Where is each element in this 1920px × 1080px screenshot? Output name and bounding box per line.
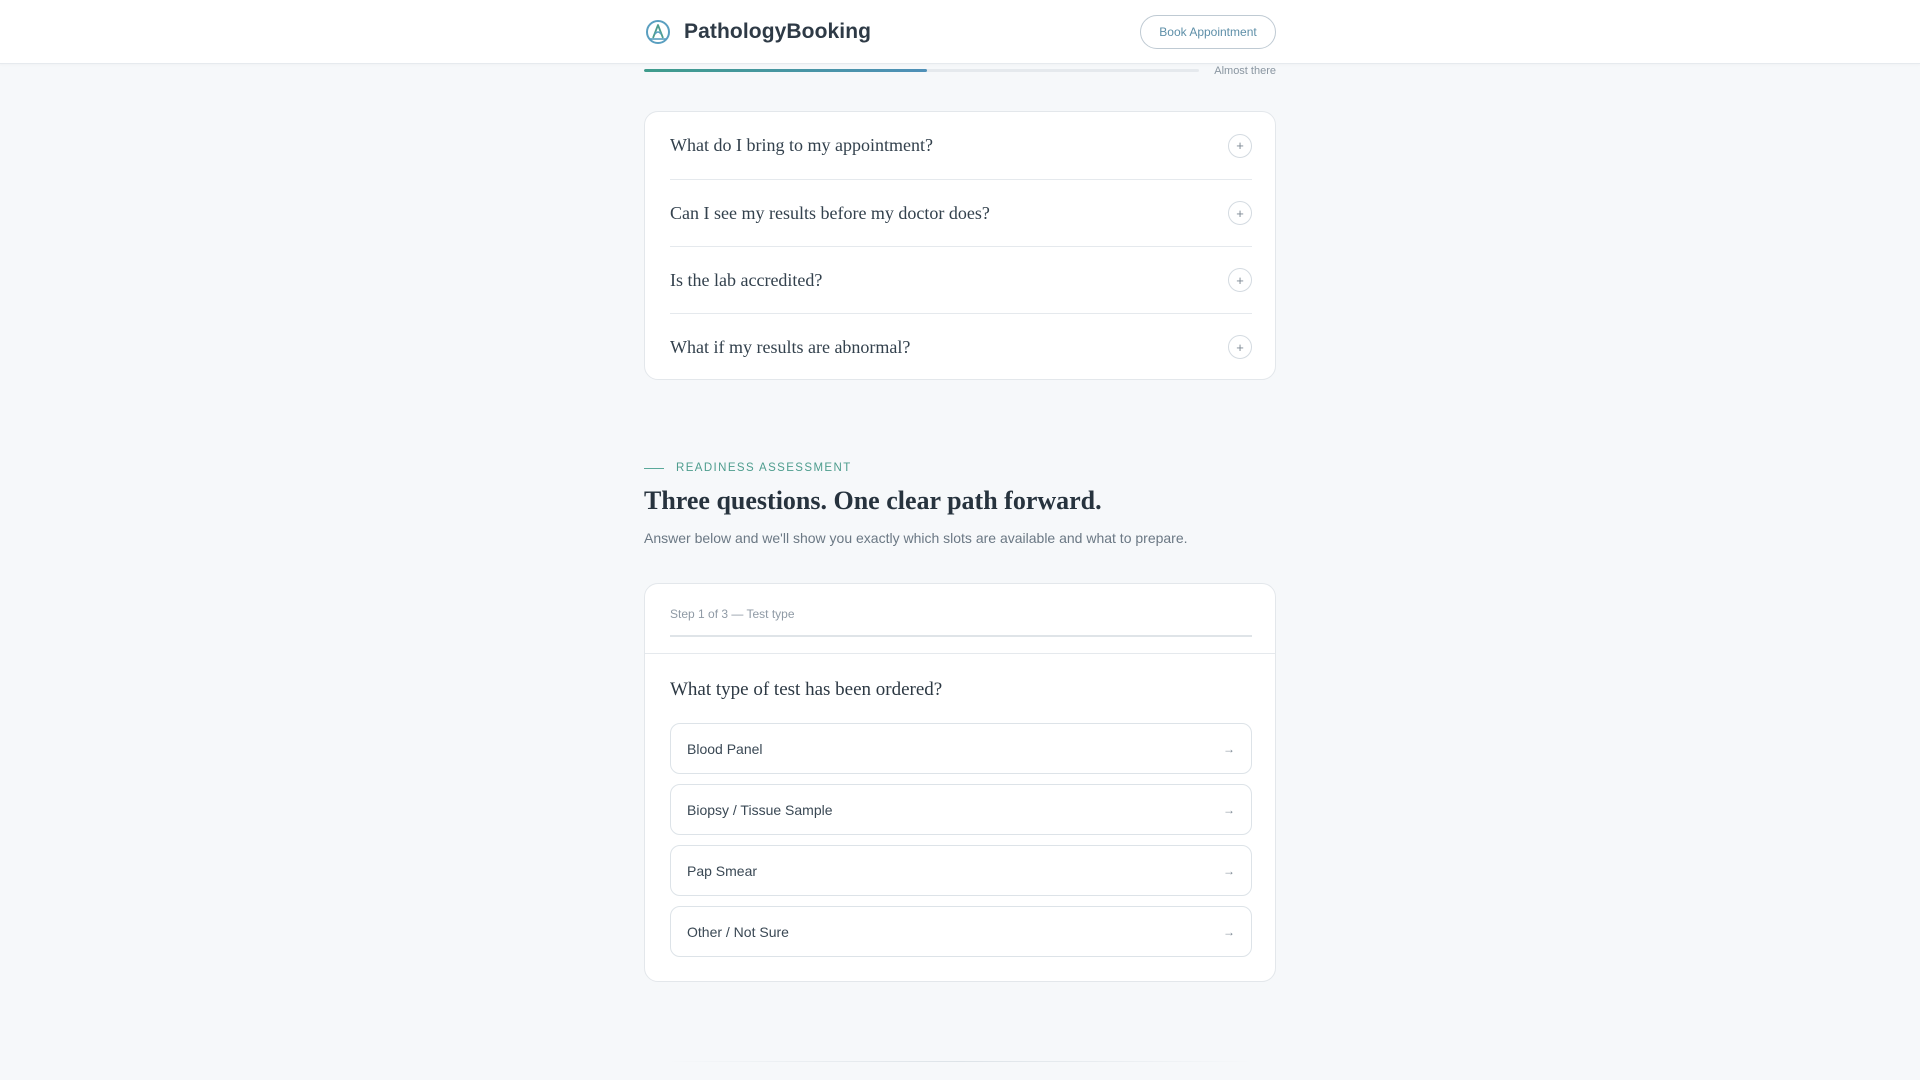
faq-question: Is the lab accredited? — [670, 269, 823, 290]
option-label: Biopsy / Tissue Sample — [687, 801, 833, 818]
plus-icon[interactable]: + — [1228, 268, 1252, 292]
section-eyebrow: READINESS ASSESSMENT — [644, 461, 852, 475]
option-pap-smear[interactable]: Pap Smear → — [670, 845, 1252, 896]
section-divider — [664, 1061, 1256, 1062]
assessment-card: Step 1 of 3 — Test type What type of tes… — [644, 583, 1276, 982]
plus-icon[interactable]: + — [1228, 133, 1252, 158]
arrow-right-icon: → — [1223, 863, 1235, 878]
faq-card: What do I bring to my appointment? + Can… — [644, 111, 1276, 380]
option-blood-panel[interactable]: Blood Panel → — [670, 723, 1252, 774]
top-header: PathologyBooking Book Appointment — [0, 0, 1920, 64]
faq-item[interactable]: Can I see my results before my doctor do… — [670, 179, 1252, 246]
microscope-logo-icon — [646, 20, 670, 44]
option-label: Pap Smear — [687, 862, 758, 879]
book-appointment-button[interactable]: Book Appointment — [1140, 15, 1276, 49]
option-label: Other / Not Sure — [687, 923, 789, 940]
arrow-right-icon: → — [1223, 741, 1235, 756]
assessment-question: What type of test has been ordered? — [670, 679, 943, 700]
arrow-right-icon: → — [1223, 802, 1235, 817]
faq-item[interactable]: What do I bring to my appointment? + — [670, 112, 1252, 179]
section-subtitle: Answer below and we'll show you exactly … — [644, 530, 1188, 546]
progress-bar — [644, 69, 1199, 72]
faq-question: Can I see my results before my doctor do… — [670, 202, 990, 223]
brand-name: PathologyBooking — [684, 20, 872, 43]
option-label: Blood Panel — [687, 740, 763, 757]
faq-item[interactable]: Is the lab accredited? + — [670, 246, 1252, 313]
faq-item[interactable]: What if my results are abnormal? + — [670, 313, 1252, 380]
eyebrow-line — [644, 467, 664, 469]
arrow-right-icon: → — [1223, 924, 1235, 939]
progress-label: Almost there — [1214, 65, 1276, 77]
progress-fill — [644, 69, 928, 72]
option-other[interactable]: Other / Not Sure → — [670, 906, 1252, 957]
assessment-header: Step 1 of 3 — Test type — [645, 584, 1275, 654]
plus-icon[interactable]: + — [1228, 335, 1252, 359]
faq-question: What do I bring to my appointment? — [670, 135, 933, 155]
brand[interactable]: PathologyBooking — [644, 15, 871, 49]
section-title: Three questions. One clear path forward. — [644, 486, 1102, 515]
plus-icon[interactable]: + — [1228, 201, 1252, 225]
step-label: Step 1 of 3 — Test type — [670, 607, 795, 621]
faq-question: What if my results are abnormal? — [670, 336, 911, 357]
option-biopsy[interactable]: Biopsy / Tissue Sample → — [670, 784, 1252, 835]
eyebrow-text: READINESS ASSESSMENT — [676, 462, 852, 474]
step-progress-track — [670, 635, 1252, 637]
